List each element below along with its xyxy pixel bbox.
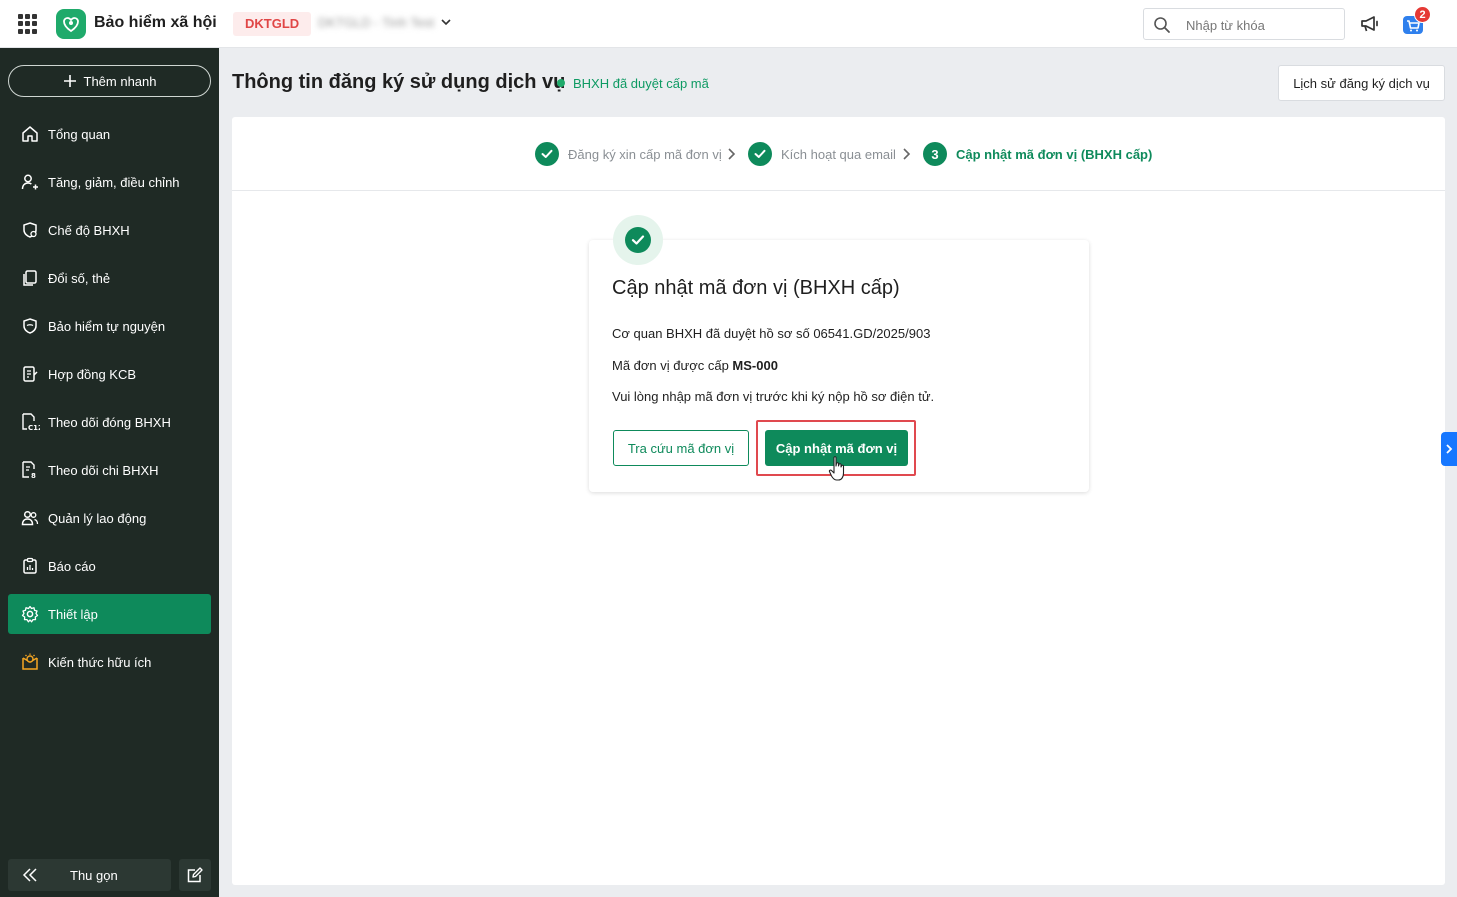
status-dot <box>557 79 565 87</box>
card-title: Cập nhật mã đơn vị (BHXH cấp) <box>612 277 900 299</box>
unit-code-prefix: Mã đơn vị được cấp <box>612 358 729 373</box>
sidebar: Thêm nhanh Tổng quan Tăng, giảm, điều ch… <box>0 48 219 897</box>
report-icon <box>23 557 37 574</box>
sidebar-item-kcb-contract[interactable]: Hợp đồng KCB <box>8 354 211 394</box>
success-badge <box>613 215 663 265</box>
sidebar-item-overview[interactable]: Tổng quan <box>8 114 211 154</box>
sidebar-item-label: Thiết lập <box>48 606 98 622</box>
cart-count-badge: 2 <box>1414 6 1431 23</box>
step-number: 3 <box>923 142 947 166</box>
sidebar-item-label: Tổng quan <box>48 126 111 142</box>
unit-code-value: MS-000 <box>732 358 778 373</box>
quick-add-label: Thêm nhanh <box>83 73 157 89</box>
chevron-right-icon <box>728 148 736 160</box>
chevron-down-icon[interactable] <box>440 16 452 28</box>
sidebar-item-contribution-tracking[interactable]: C12 Theo dõi đóng BHXH <box>8 402 211 442</box>
check-circle-icon <box>535 142 559 166</box>
chevron-right-icon <box>1446 444 1453 454</box>
knowledge-icon <box>22 653 38 670</box>
double-chevron-left-icon <box>22 868 37 882</box>
top-bar: Bảo hiểm xã hội DKTGLD DKTGLD - Tinh Tes… <box>0 0 1457 48</box>
search-icon <box>1154 17 1170 33</box>
unit-code-text: Mã đơn vị được cấp MS-000 <box>612 358 778 373</box>
chevron-right-icon <box>903 148 911 160</box>
sidebar-item-label: Hợp đồng KCB <box>48 366 137 382</box>
side-panel-toggle[interactable] <box>1441 432 1457 466</box>
sidebar-item-settings[interactable]: Thiết lập <box>8 594 211 634</box>
check-icon <box>625 227 651 253</box>
app-grid-icon[interactable] <box>18 14 38 34</box>
status-text: BHXH đã duyệt cấp mã <box>573 76 709 91</box>
sidebar-item-payout-tracking[interactable]: 8 Theo dõi chi BHXH <box>8 450 211 490</box>
check-circle-icon <box>748 142 772 166</box>
search-input[interactable] <box>1186 15 1336 35</box>
sidebar-item-benefits[interactable]: Chế độ BHXH <box>8 210 211 250</box>
sidebar-item-voluntary-insurance[interactable]: Bảo hiểm tự nguyện <box>8 306 211 346</box>
sidebar-item-label: Theo dõi chi BHXH <box>48 462 159 478</box>
step-register[interactable]: Đăng ký xin cấp mã đơn vị <box>535 142 722 166</box>
step-label: Kích hoạt qua email <box>781 146 896 162</box>
hand-cursor-icon <box>828 456 845 481</box>
app-title: Bảo hiểm xã hội <box>94 14 217 31</box>
instruction-text: Vui lòng nhập mã đơn vị trước khi ký nộp… <box>612 389 935 404</box>
sidebar-item-reports[interactable]: Báo cáo <box>8 546 211 586</box>
megaphone-icon[interactable] <box>1359 13 1381 35</box>
sidebar-item-label: Quản lý lao động <box>48 510 147 526</box>
edit-menu-button[interactable] <box>179 859 211 891</box>
step-label: Cập nhật mã đơn vị (BHXH cấp) <box>956 146 1153 162</box>
stepper: Đăng ký xin cấp mã đơn vị Kích hoạt qua … <box>232 117 1445 191</box>
page-title: Thông tin đăng ký sử dụng dịch vụ <box>232 71 566 93</box>
svg-text:8: 8 <box>31 472 36 480</box>
sidebar-item-label: Kiến thức hữu ích <box>48 654 152 670</box>
bhxh-logo-icon <box>56 9 86 39</box>
registration-history-button[interactable]: Lịch sử đăng ký dịch vụ <box>1278 65 1445 101</box>
main-panel: Đăng ký xin cấp mã đơn vị Kích hoạt qua … <box>232 117 1445 885</box>
sidebar-item-label: Bảo hiểm tự nguyện <box>48 318 166 334</box>
user-adjust-icon <box>21 174 38 190</box>
plus-icon <box>63 75 76 87</box>
lookup-unit-code-button[interactable]: Tra cứu mã đơn vị <box>613 430 749 466</box>
benefit-icon <box>23 222 37 238</box>
sidebar-item-card-swap[interactable]: Đổi số, thẻ <box>8 258 211 298</box>
sidebar-item-label: Theo dõi đóng BHXH <box>48 414 171 430</box>
step-update-code[interactable]: 3 Cập nhật mã đơn vị (BHXH cấp) <box>923 142 1152 166</box>
step-label: Đăng ký xin cấp mã đơn vị <box>568 146 722 162</box>
sidebar-item-label: Chế độ BHXH <box>48 222 130 238</box>
org-name[interactable]: DKTGLD - Tinh Test <box>318 15 434 30</box>
org-code-badge[interactable]: DKTGLD <box>233 12 312 36</box>
sidebar-item-adjustments[interactable]: Tăng, giảm, điều chỉnh <box>8 162 211 202</box>
sidebar-item-label: Đổi số, thẻ <box>48 270 111 286</box>
search-box[interactable] <box>1143 8 1345 40</box>
payout-report-icon: 8 <box>22 461 36 480</box>
sidebar-item-label: Tăng, giảm, điều chỉnh <box>48 174 180 190</box>
c12-report-icon: C12 <box>22 413 40 432</box>
sidebar-item-knowledge[interactable]: Kiến thức hữu ích <box>8 642 211 682</box>
svg-text:C12: C12 <box>28 424 40 432</box>
shield-icon <box>23 318 37 334</box>
people-icon <box>21 510 39 526</box>
gear-icon <box>21 605 39 623</box>
approval-text: Cơ quan BHXH đã duyệt hồ sơ số 06541.GD/… <box>612 326 931 341</box>
sidebar-item-label: Báo cáo <box>48 558 96 574</box>
collapse-sidebar-button[interactable]: Thu gọn <box>8 859 171 891</box>
step-email-activation[interactable]: Kích hoạt qua email <box>748 142 896 166</box>
card-swap-icon <box>23 270 37 286</box>
contract-icon <box>23 366 38 382</box>
edit-icon <box>187 867 203 883</box>
collapse-label: Thu gọn <box>70 868 118 883</box>
quick-add-button[interactable]: Thêm nhanh <box>8 65 211 97</box>
home-icon <box>22 126 38 142</box>
sidebar-item-labor-management[interactable]: Quản lý lao động <box>8 498 211 538</box>
